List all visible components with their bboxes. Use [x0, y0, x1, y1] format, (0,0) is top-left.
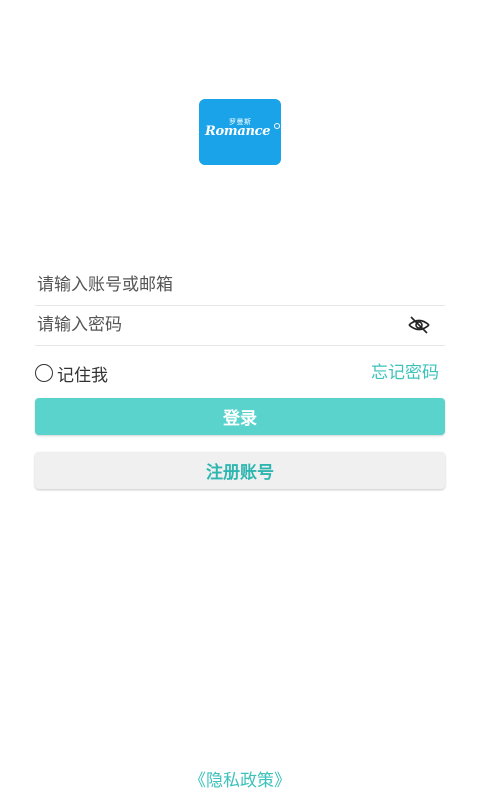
- logo-en-text: Romance: [205, 124, 271, 139]
- register-button[interactable]: 注册账号: [35, 452, 445, 489]
- app-logo: 罗曼斯 Romance: [199, 99, 281, 165]
- remember-radio[interactable]: [35, 364, 53, 382]
- remember-me-toggle[interactable]: 记住我: [35, 362, 108, 386]
- account-input[interactable]: [37, 265, 397, 305]
- password-input[interactable]: [37, 305, 397, 345]
- remember-label: 记住我: [57, 365, 108, 386]
- eye-off-icon[interactable]: [407, 315, 431, 335]
- login-screen: 罗曼斯 Romance 记住我 忘记密码 登录 注册账号 《隐私政策》: [0, 0, 480, 800]
- forgot-password-link[interactable]: 忘记密码: [371, 362, 439, 384]
- registered-mark-icon: [274, 123, 280, 129]
- account-field: [35, 265, 445, 306]
- password-field: [35, 305, 445, 346]
- login-button[interactable]: 登录: [35, 398, 445, 435]
- privacy-policy-link[interactable]: 《隐私政策》: [0, 770, 480, 792]
